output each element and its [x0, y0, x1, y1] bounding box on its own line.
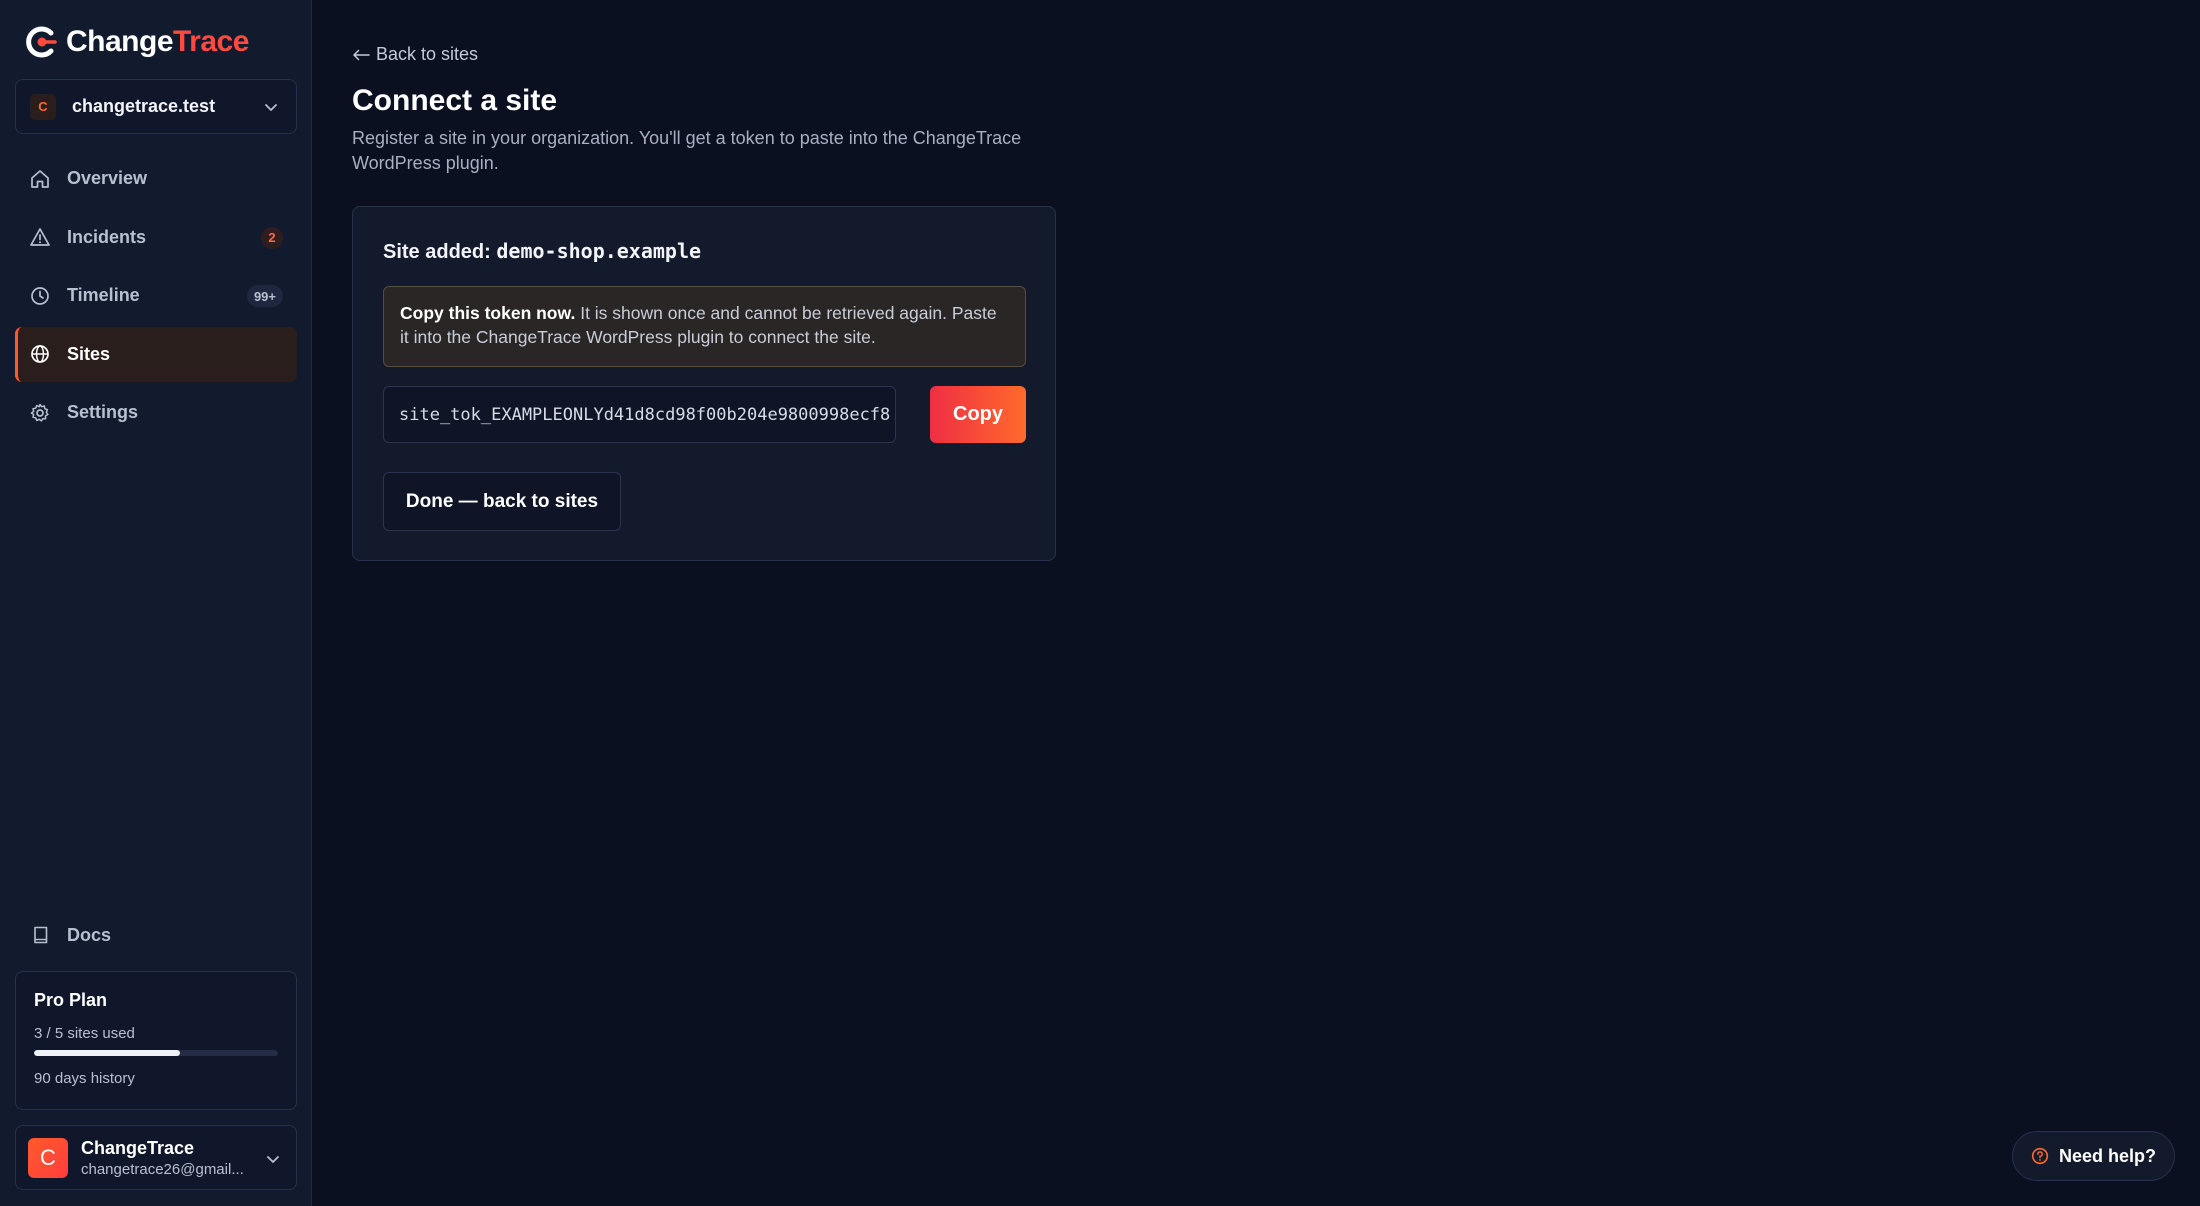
book-icon	[31, 925, 51, 945]
chevron-down-icon	[267, 1156, 279, 1163]
page-title: Connect a site	[352, 84, 558, 117]
sidebar-nav: Overview Incidents 2 Timeline 99+ Sites …	[15, 151, 297, 444]
changetrace-logo-icon	[26, 26, 57, 58]
site-added-heading: Site added: demo-shop.example	[383, 239, 701, 264]
org-name: changetrace.test	[72, 96, 216, 116]
help-circle-icon	[2031, 1147, 2049, 1165]
plan-title: Pro Plan	[34, 990, 108, 1010]
sidebar-item-settings[interactable]: Settings	[15, 385, 297, 440]
org-switcher[interactable]: C changetrace.test	[15, 79, 297, 134]
timeline-count-badge: 99+	[246, 285, 283, 307]
plan-usage: 3 / 5 sites used	[34, 1025, 135, 1042]
account-name: ChangeTrace	[81, 1137, 195, 1158]
done-back-to-sites-button[interactable]: Done — back to sites	[383, 472, 621, 531]
plan-history: 90 days history	[34, 1070, 135, 1087]
sidebar-item-overview[interactable]: Overview	[15, 151, 297, 206]
sidebar-item-label: Overview	[67, 168, 148, 188]
sidebar-item-label: Incidents	[67, 226, 147, 247]
sidebar-item-sites[interactable]: Sites	[15, 326, 297, 382]
gear-icon	[29, 402, 51, 424]
docs-label: Docs	[67, 924, 112, 945]
clock-icon	[29, 285, 51, 307]
account-switcher[interactable]: C ChangeTrace changetrace26@gmail...	[15, 1125, 297, 1190]
account-email: changetrace26@gmail...	[81, 1160, 244, 1178]
globe-icon	[29, 343, 51, 365]
need-help-label: Need help?	[2058, 1145, 2156, 1166]
avatar: C	[28, 1137, 68, 1178]
site-name: demo-shop.example	[496, 239, 702, 263]
arrow-left-icon	[353, 49, 370, 60]
site-added-card: Site added: demo-shop.example Copy this …	[352, 206, 1056, 561]
need-help-button[interactable]: Need help?	[2012, 1131, 2175, 1181]
site-added-prefix: Site added:	[383, 241, 491, 263]
brand-name: ChangeTrace	[66, 25, 249, 58]
token-warning: Copy this token now. It is shown once an…	[383, 286, 1026, 367]
home-icon	[29, 168, 51, 190]
org-avatar: C	[30, 93, 56, 120]
chevron-down-icon	[265, 104, 277, 111]
brand-logo[interactable]: ChangeTrace	[24, 22, 249, 62]
copy-button[interactable]: Copy	[930, 386, 1026, 443]
sidebar-item-label: Timeline	[67, 285, 140, 305]
token-field[interactable]: site_tok_EXAMPLEONLYd41d8cd98f00b204e980…	[383, 386, 896, 443]
page-description: Register a site in your organization. Yo…	[352, 128, 1022, 173]
sidebar-item-label: Settings	[67, 402, 139, 422]
incidents-count-badge: 2	[261, 226, 283, 249]
sidebar-item-label: Sites	[67, 343, 111, 364]
plan-usage-fill	[34, 1050, 181, 1056]
back-link-label: Back to sites	[376, 44, 479, 64]
token-warning-bold: Copy this token now.	[400, 303, 576, 323]
warning-icon	[29, 226, 51, 248]
sidebar-item-docs[interactable]: Docs	[31, 920, 111, 950]
plan-card: Pro Plan 3 / 5 sites used 90 days histor…	[15, 971, 297, 1110]
back-to-sites-link[interactable]: Back to sites	[352, 44, 478, 65]
sidebar-item-timeline[interactable]: Timeline 99+	[15, 268, 297, 323]
sidebar: ChangeTrace C changetrace.test Overview …	[0, 0, 312, 1206]
plan-usage-bar	[34, 1050, 278, 1056]
sidebar-item-incidents[interactable]: Incidents 2	[15, 210, 297, 265]
